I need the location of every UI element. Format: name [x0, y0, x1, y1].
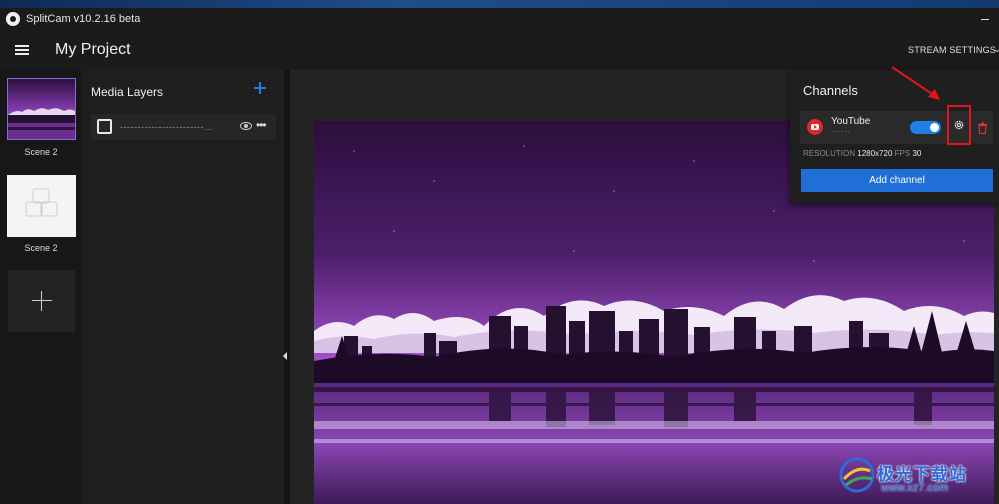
eye-icon[interactable] — [240, 122, 252, 130]
channel-name: YouTube — [831, 116, 871, 127]
collapse-arrow-icon[interactable] — [283, 352, 287, 360]
watermark-url: www.xz7.com — [881, 482, 949, 494]
watermark-logo — [839, 457, 875, 493]
media-layers-panel: Media Layers ------------------------...… — [82, 70, 284, 504]
resolution-info: RESOLUTION 1280x720 FPS 30 — [803, 149, 921, 158]
add-scene-button[interactable] — [8, 270, 75, 332]
desktop-strip — [0, 0, 999, 8]
app-title: SplitCam v10.2.16 beta — [26, 13, 141, 25]
scene-label: Scene 2 — [24, 147, 58, 157]
chevron-down-icon[interactable]: ⌄ — [993, 44, 999, 55]
media-layers-title: Media Layers — [91, 85, 164, 99]
more-options-icon[interactable]: ••• — [256, 118, 267, 132]
resolution-value: 1280x720 — [857, 149, 893, 158]
stream-settings-button[interactable]: STREAM SETTINGS — [908, 45, 996, 55]
channel-account: ------ — [831, 129, 851, 136]
scene-preview-image — [8, 79, 75, 139]
menu-icon[interactable] — [15, 45, 29, 55]
image-layer-icon — [97, 119, 112, 134]
scene-thumbnail[interactable] — [7, 78, 76, 140]
resolution-label: RESOLUTION — [803, 149, 856, 158]
scene-label: Scene 2 — [24, 243, 58, 253]
header: My Project STREAM SETTINGS ⌄ — [0, 30, 999, 70]
media-placeholder-icon — [25, 188, 58, 217]
app-logo-icon — [6, 12, 20, 26]
add-layer-icon[interactable] — [254, 82, 266, 94]
layer-name: ------------------------... — [120, 122, 213, 132]
settings-highlight-box — [947, 105, 971, 145]
annotation-arrow — [891, 66, 940, 100]
scene-thumbnail[interactable] — [7, 175, 76, 237]
scenes-panel: Scene 2 Scene 2 — [0, 70, 82, 504]
project-title: My Project — [55, 41, 131, 58]
channel-toggle[interactable] — [910, 121, 941, 134]
channels-title: Channels — [803, 83, 858, 98]
title-bar: SplitCam v10.2.16 beta — [0, 8, 999, 30]
trash-icon[interactable] — [977, 122, 988, 134]
layer-row[interactable]: ------------------------... ••• — [91, 114, 276, 140]
youtube-icon — [807, 119, 823, 135]
minimize-button[interactable] — [981, 19, 989, 20]
add-channel-button[interactable]: Add channel — [801, 169, 993, 192]
gear-icon[interactable] — [953, 119, 965, 131]
fps-value: 30 — [912, 149, 922, 158]
fps-label: FPS — [894, 149, 911, 158]
channel-row[interactable]: YouTube ------ — [800, 105, 993, 145]
